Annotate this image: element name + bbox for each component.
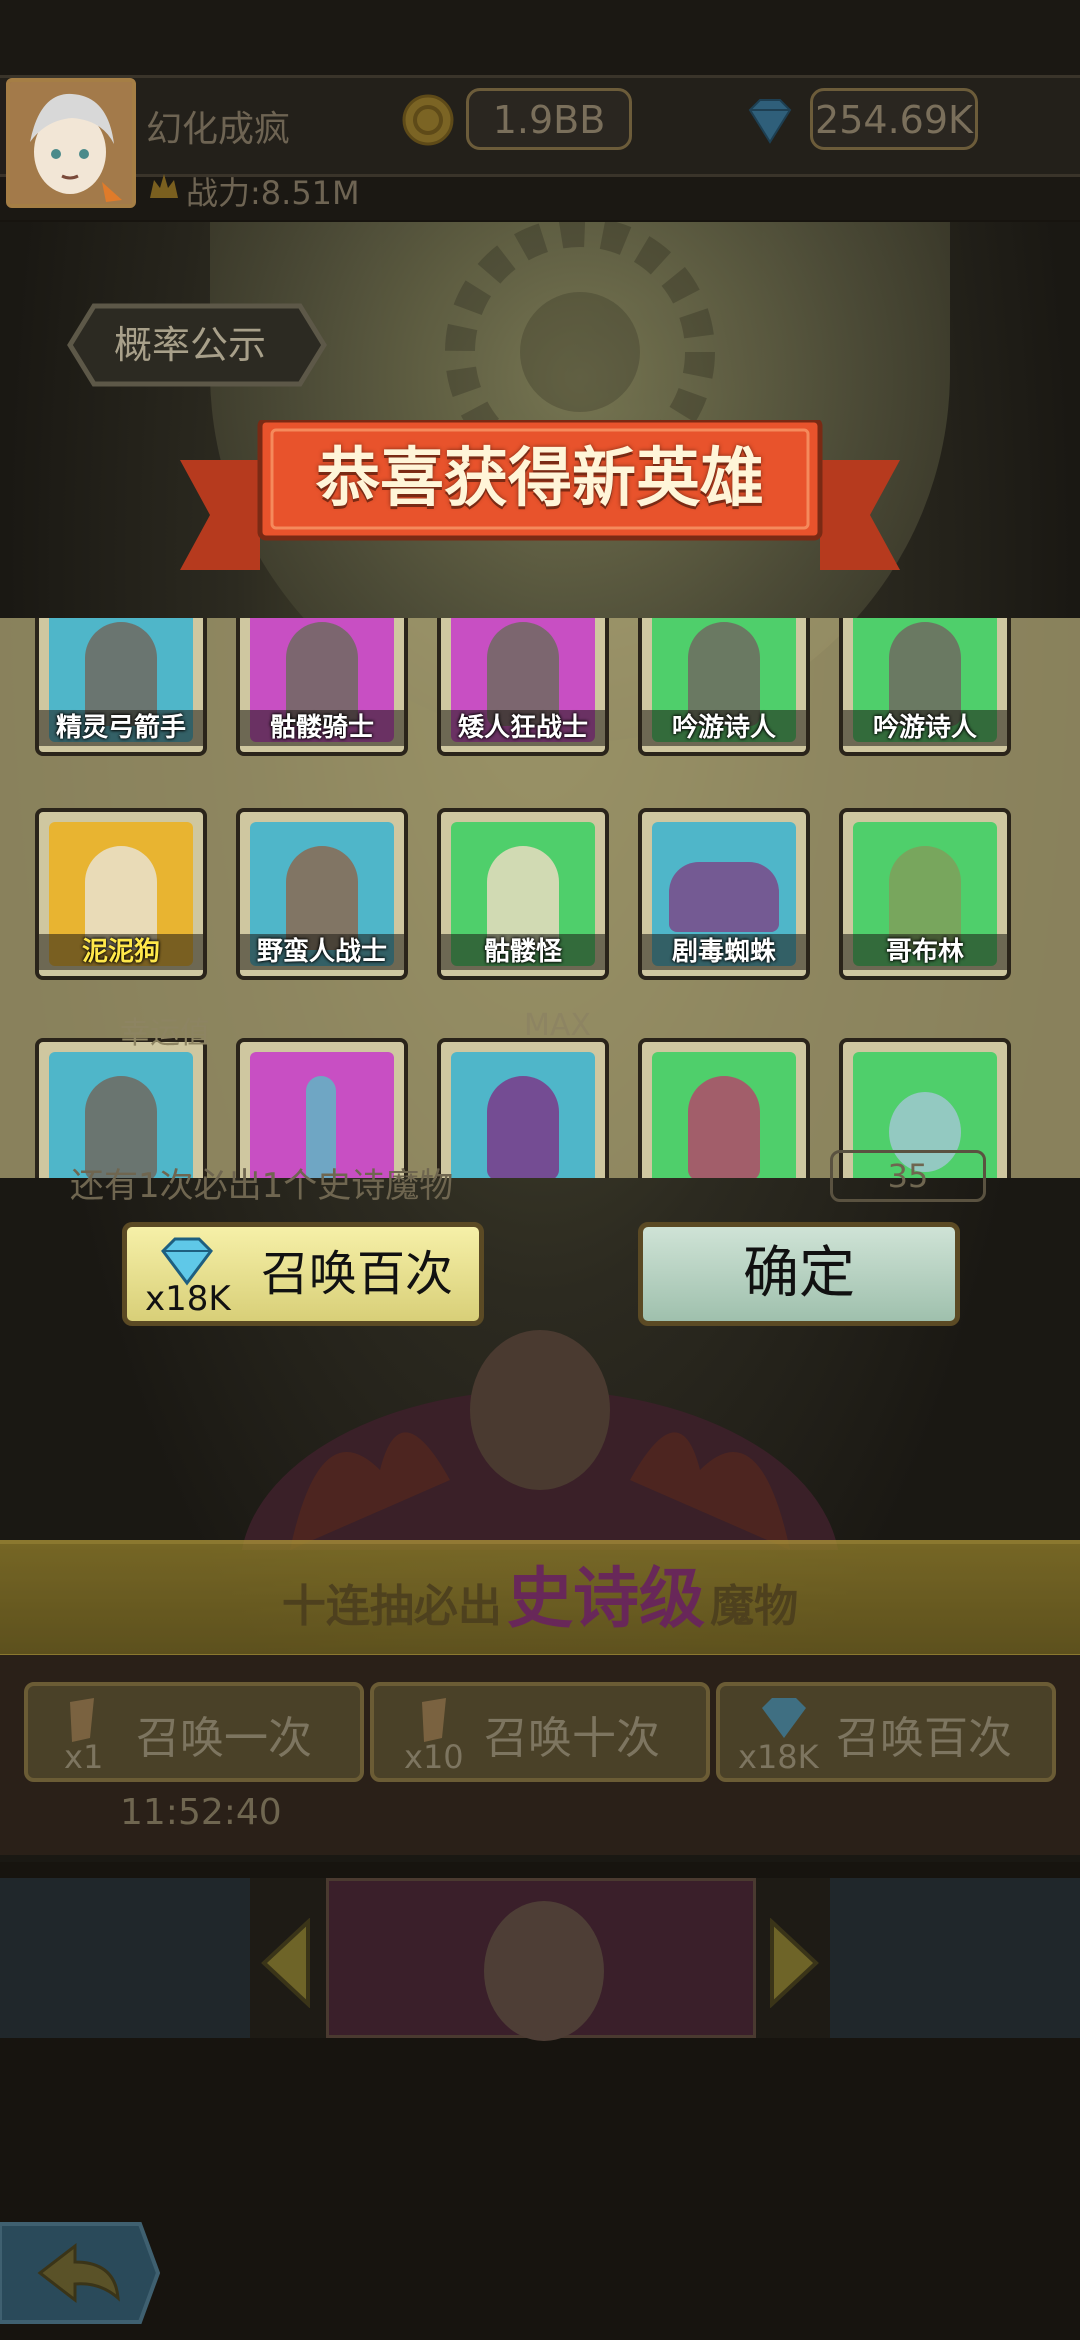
hero-name: 剧毒蜘蛛 xyxy=(642,934,806,970)
carousel-prev-arrow-icon[interactable] xyxy=(258,1917,312,2009)
probability-button-label: 概率公示 xyxy=(113,323,266,367)
epic-banner-suffix: 魔物 xyxy=(710,1581,799,1632)
hero-card[interactable]: 吟游诗人 xyxy=(839,618,1011,756)
luck-label: 幸运值 xyxy=(120,1016,210,1051)
new-heroes-panel: 精灵弓箭手 骷髅骑士 矮人狂战士 吟游诗人 吟游诗人 泥泥狗 野蛮人战士 骷髅怪… xyxy=(0,618,1080,1178)
hero-name: 骷髅怪 xyxy=(441,934,605,970)
summon-ten-label: 召唤十次 xyxy=(484,1713,660,1764)
power-icon xyxy=(148,170,180,200)
hero-name: 哥布林 xyxy=(843,934,1007,970)
hero-card[interactable]: 吟游诗人 xyxy=(638,618,810,756)
back-button[interactable] xyxy=(0,2218,161,2328)
epic-guarantee-banner: 十连抽必出 史诗级 魔物 xyxy=(0,1540,1080,1658)
guarantee-text: 还有1次必出1个史诗魔物 xyxy=(70,1166,454,1206)
summon-once-button[interactable]: x1 召唤一次 xyxy=(24,1682,364,1782)
gem-icon xyxy=(756,1696,812,1740)
epic-banner-prefix: 十连抽必出 xyxy=(281,1581,502,1632)
back-arrow-icon xyxy=(0,2222,161,2324)
hero-name: 吟游诗人 xyxy=(843,710,1007,746)
hero-card[interactable]: 矮人狂战士 xyxy=(437,618,609,756)
hero-name: 精灵弓箭手 xyxy=(39,710,203,746)
gold-coin-icon xyxy=(402,94,454,146)
luck-max-label: MAX xyxy=(524,1008,591,1043)
confirm-button[interactable]: 确定 xyxy=(638,1222,960,1326)
gold-amount: 1.9BB xyxy=(466,88,632,150)
epic-banner-highlight: 史诗级 xyxy=(507,1560,705,1637)
scroll-count: 35 xyxy=(830,1150,986,1202)
carousel-next-preview xyxy=(830,1878,1080,2038)
summon-100-label: 召唤百次 xyxy=(261,1246,454,1302)
hero-card[interactable]: 野蛮人战士 xyxy=(236,808,408,980)
hero-name: 矮人狂战士 xyxy=(441,710,605,746)
hero-name: 泥泥狗 xyxy=(39,934,203,970)
banner-title: 恭喜获得新英雄 xyxy=(316,442,764,516)
hero-name: 吟游诗人 xyxy=(642,710,806,746)
summon-100-button[interactable]: x18K 召唤百次 xyxy=(122,1222,484,1326)
carousel-prev-preview xyxy=(0,1878,250,2038)
avatar-portrait-icon xyxy=(10,82,132,204)
hero-card[interactable]: 泥泥狗 xyxy=(35,808,207,980)
player-name: 幻化成疯 xyxy=(146,109,291,150)
probability-disclosure-button[interactable]: 概率公示 xyxy=(50,300,330,390)
hero-card[interactable]: 精灵弓箭手 xyxy=(35,618,207,756)
countdown-timer: 11:52:40 xyxy=(120,1792,282,1833)
summon-once-cost: x1 xyxy=(64,1738,104,1776)
summon-hundred-label: 召唤百次 xyxy=(836,1713,1012,1764)
summon-ten-button[interactable]: x10 召唤十次 xyxy=(370,1682,710,1782)
epic-hero-artwork xyxy=(230,1330,850,1750)
confirm-label: 确定 xyxy=(743,1241,855,1306)
summon-100-cost: x18K xyxy=(145,1279,231,1319)
gem-amount: 254.69K xyxy=(810,88,978,150)
summon-ten-cost: x10 xyxy=(404,1738,464,1776)
hero-card[interactable]: 剧毒蜘蛛 xyxy=(638,808,810,980)
hero-card[interactable]: 骷髅怪 xyxy=(437,808,609,980)
summon-hundred-button[interactable]: x18K 召唤百次 xyxy=(716,1682,1056,1782)
hero-name: 骷髅骑士 xyxy=(240,710,404,746)
new-hero-banner: 恭喜获得新英雄 xyxy=(180,420,900,570)
guarantee-row: 还有1次必出1个史诗魔物 35 xyxy=(20,1150,1060,1210)
player-avatar[interactable] xyxy=(6,78,136,208)
summon-hundred-cost: x18K xyxy=(738,1738,819,1776)
hero-name: 野蛮人战士 xyxy=(240,934,404,970)
carousel-current-hero[interactable] xyxy=(326,1878,756,2041)
gem-icon xyxy=(740,96,800,146)
summon-once-label: 召唤一次 xyxy=(136,1713,312,1764)
carousel-next-arrow-icon[interactable] xyxy=(768,1917,822,2009)
hero-card[interactable]: 骷髅骑士 xyxy=(236,618,408,756)
power-value: 战力:8.51M xyxy=(186,174,360,212)
hero-carousel xyxy=(0,1878,1080,2041)
hero-card[interactable]: 哥布林 xyxy=(839,808,1011,980)
